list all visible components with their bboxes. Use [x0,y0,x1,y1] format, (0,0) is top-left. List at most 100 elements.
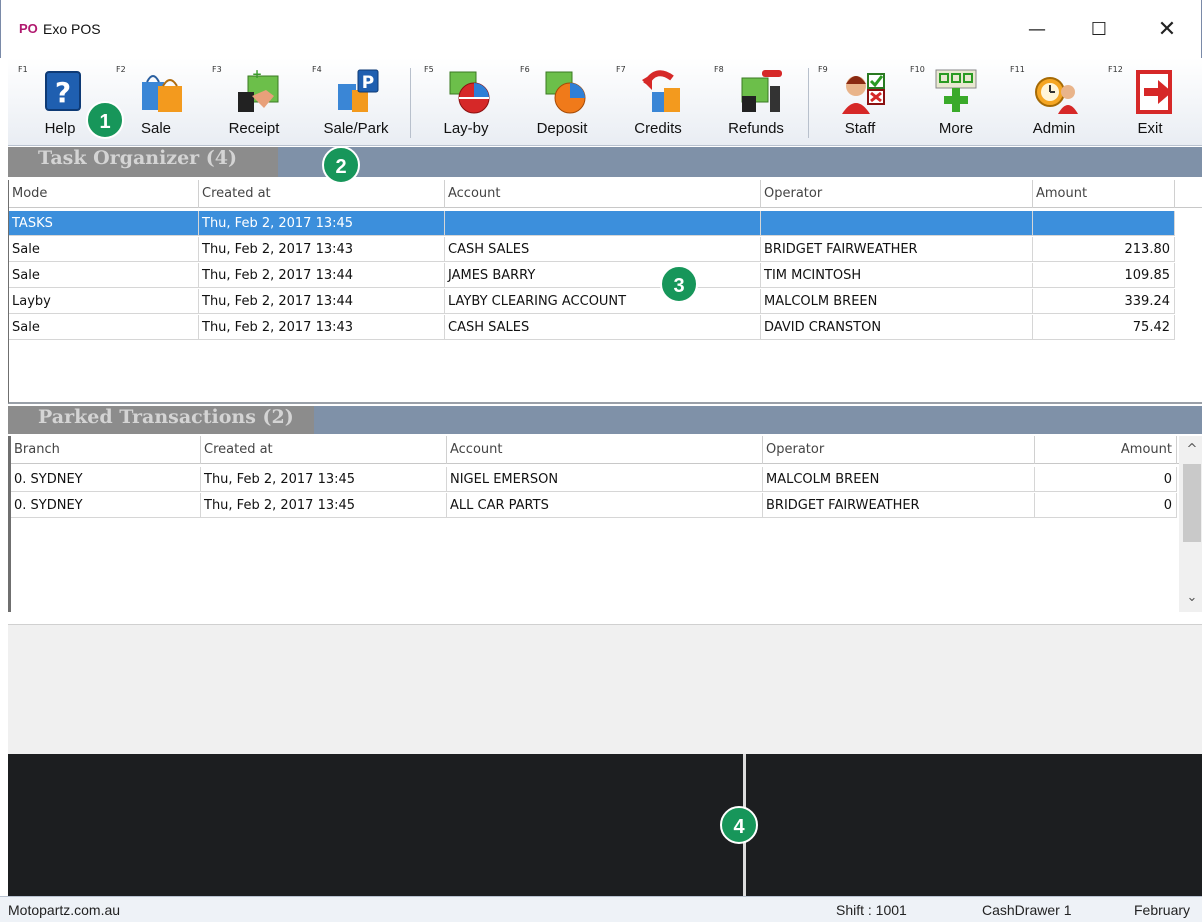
callout-badge: 2 [322,146,360,184]
vertical-scrollbar[interactable]: ^ ⌄ [1179,436,1202,612]
layby-button[interactable]: F5 Lay-by [420,58,512,146]
toolbar-separator [808,68,809,138]
admin-icon [1035,77,1078,114]
sale-park-label: Sale/Park [323,120,389,137]
sale-park-button[interactable]: F4 P Sale/Park [308,58,404,146]
task-organizer-header: Task Organizer (4) [8,147,1202,177]
cell-account: CASH SALES [445,237,761,262]
table-row[interactable]: Layby Thu, Feb 2, 2017 13:44 LAYBY CLEAR… [9,289,1175,314]
svg-text:P: P [362,73,374,93]
fkey-label: F1 [18,65,28,74]
cell-account: LAYBY CLEARING ACCOUNT [445,289,761,314]
cell-account [445,211,761,236]
more-button[interactable]: F10 More [906,58,1006,146]
column-header-operator[interactable]: Operator [763,436,1035,464]
header-accent-bar [278,147,1202,177]
status-bar: Motopartz.com.au Shift : 1001 CashDrawer… [0,896,1202,922]
status-site: Motopartz.com.au [8,902,121,918]
refunds-button[interactable]: F8 Refunds [710,58,802,146]
table-row[interactable]: 0. SYDNEY Thu, Feb 2, 2017 13:45 NIGEL E… [11,467,1177,492]
cell-account: NIGEL EMERSON [447,467,763,492]
fkey-label: F10 [910,65,925,74]
credits-icon [642,70,680,112]
cell-mode: TASKS [9,211,199,236]
table-row[interactable]: TASKS Thu, Feb 2, 2017 13:45 [9,211,1175,236]
more-label: More [938,120,974,137]
credits-button[interactable]: F7 Credits [612,58,704,146]
minimize-button[interactable]: — [1017,14,1057,46]
cell-amount: 109.85 [1033,263,1175,288]
cell-branch: 0. SYDNEY [11,467,201,492]
column-header-mode[interactable]: Mode [9,180,199,208]
callout-badge: 3 [660,265,698,303]
staff-button[interactable]: F9 Staff [814,58,906,146]
app-logo: PO [19,21,38,36]
callout-badge: 4 [720,806,758,844]
sale-park-icon: P [338,69,379,112]
staff-icon [842,73,885,114]
window-title: Exo POS [43,21,101,37]
cell-operator: BRIDGET FAIRWEATHER [761,237,1033,262]
cell-operator: MALCOLM BREEN [763,467,1035,492]
cell-created: Thu, Feb 2, 2017 13:45 [199,211,445,236]
cell-amount: 339.24 [1033,289,1175,314]
column-header-operator[interactable]: Operator [761,180,1033,208]
column-header-account[interactable]: Account [447,436,763,464]
deposit-label: Deposit [536,120,588,137]
cell-operator: TIM MCINTOSH [761,263,1033,288]
column-header-amount[interactable]: Amount [1035,436,1177,464]
table-row[interactable]: 0. SYDNEY Thu, Feb 2, 2017 13:45 ALL CAR… [11,493,1177,518]
column-header-amount[interactable]: Amount [1033,180,1175,208]
status-shift: Shift : 1001 [836,902,907,918]
main-toolbar: F1 ? Help F2 Sale F3 + Receipt F4 P Sale… [8,58,1202,146]
column-header-created[interactable]: Created at [201,436,447,464]
cell-mode: Sale [9,263,199,288]
admin-button[interactable]: F11 Admin [1006,58,1102,146]
close-button[interactable]: ✕ [1147,14,1187,46]
shopping-bags-icon [142,75,182,112]
scroll-down-button[interactable]: ⌄ [1179,586,1202,610]
cell-operator: MALCOLM BREEN [761,289,1033,314]
parked-transactions-header: Parked Transactions (2) [8,406,1202,434]
fkey-label: F3 [212,65,222,74]
cell-branch: 0. SYDNEY [11,493,201,518]
svg-text:?: ? [55,76,71,109]
deposit-button[interactable]: F6 Deposit [516,58,608,146]
cell-created: Thu, Feb 2, 2017 13:44 [199,289,445,314]
credits-label: Credits [634,120,682,137]
exit-label: Exit [1137,120,1163,137]
receipt-button[interactable]: F3 + Receipt [208,58,300,146]
table-row[interactable]: Sale Thu, Feb 2, 2017 13:44 JAMES BARRY … [9,263,1175,288]
exit-icon [1136,70,1172,114]
column-header-account[interactable]: Account [445,180,761,208]
more-icon [935,69,977,112]
cell-amount: 75.42 [1033,315,1175,340]
cell-amount [1033,211,1175,236]
staff-label: Staff [844,120,876,137]
help-icon: ? [45,71,81,111]
cell-amount: 213.80 [1033,237,1175,262]
fkey-label: F8 [714,65,724,74]
column-header-branch[interactable]: Branch [11,436,201,464]
fkey-label: F9 [818,65,828,74]
scroll-up-button[interactable]: ^ [1179,438,1202,462]
fkey-label: F2 [116,65,126,74]
task-organizer-title: Task Organizer (4) [38,147,237,169]
maximize-button[interactable]: ☐ [1079,14,1119,46]
cell-created: Thu, Feb 2, 2017 13:43 [199,237,445,262]
fkey-label: F6 [520,65,530,74]
exit-button[interactable]: F12 Exit [1104,58,1196,146]
sale-label: Sale [140,120,172,137]
admin-label: Admin [1032,120,1076,137]
sale-button[interactable]: F2 Sale [112,58,200,146]
callout-badge: 1 [86,101,124,139]
cell-amount: 0 [1035,493,1177,518]
table-row[interactable]: Sale Thu, Feb 2, 2017 13:43 CASH SALES B… [9,237,1175,262]
scrollbar-thumb[interactable] [1183,464,1201,542]
cell-mode: Layby [9,289,199,314]
table-row[interactable]: Sale Thu, Feb 2, 2017 13:43 CASH SALES D… [9,315,1175,340]
cell-operator: DAVID CRANSTON [761,315,1033,340]
column-header-created[interactable]: Created at [199,180,445,208]
grid-header: Mode Created at Account Operator Amount [9,180,1202,208]
svg-text:+: + [252,67,262,81]
